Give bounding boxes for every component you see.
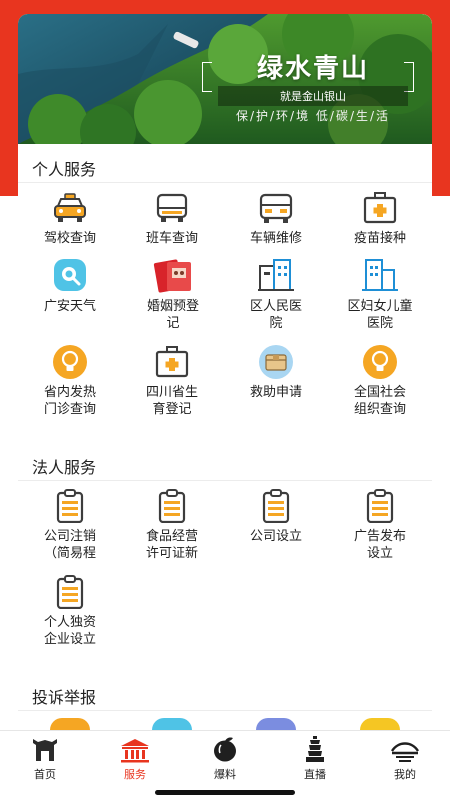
tab-home[interactable]: 首页: [10, 737, 80, 782]
service-item-label: 四川省生育登记: [145, 385, 198, 417]
tab-label: 首页: [34, 768, 56, 781]
service-item-label: 车辆维修: [249, 231, 302, 246]
tab-mine[interactable]: 我的: [370, 737, 440, 782]
service-item-social-org[interactable]: 全国社会组织查询: [330, 344, 430, 418]
bottom-tab-bar: 首页 服务 爆料 直播 我的: [0, 730, 450, 786]
legal-item-company-setup[interactable]: 公司设立: [226, 488, 326, 545]
home-indicator: [155, 790, 295, 795]
tab-label: 我的: [394, 768, 416, 781]
service-item-aid-application[interactable]: 救助申请: [226, 344, 326, 401]
service-item-label: 救助申请: [249, 385, 302, 400]
clipboard-icon: [360, 488, 400, 524]
banner-subtitle: 就是金山银山: [218, 86, 408, 106]
taxi-icon: [50, 190, 90, 226]
fruit-icon: [190, 737, 260, 763]
legal-item-sole-proprietorship[interactable]: 个人独资企业设立: [20, 574, 120, 648]
section-title-personal: 个人服务: [32, 160, 97, 179]
hospital-building-icon: [256, 258, 296, 294]
bus-icon: [152, 190, 192, 226]
service-item-bus-schedule[interactable]: 班车查询: [122, 190, 222, 247]
service-item-label: 班车查询: [145, 231, 198, 246]
medical-kit-icon: [360, 190, 400, 226]
lightbulb-icon: [360, 344, 400, 380]
tab-tips[interactable]: 爆料: [190, 737, 260, 782]
service-item-label: 公司注销（简易程: [43, 529, 96, 561]
clipboard-icon: [256, 488, 296, 524]
service-item-label: 驾校查询: [43, 231, 96, 246]
section-title-complaint: 投诉举报: [32, 688, 97, 707]
service-item-fever-clinic[interactable]: 省内发热门诊查询: [20, 344, 120, 418]
tower-icon: [280, 736, 350, 763]
service-item-vaccination[interactable]: 疫苗接种: [330, 190, 430, 247]
tab-live[interactable]: 直播: [280, 736, 350, 782]
complaint-item-icon-peek: [50, 718, 90, 730]
legal-item-food-license[interactable]: 食品经营许可证新: [122, 488, 222, 562]
clipboard-icon: [50, 488, 90, 524]
bus-repair-icon: [256, 190, 296, 226]
weather-search-icon: [50, 258, 90, 294]
service-item-birth-registration[interactable]: 四川省生育登记: [122, 344, 222, 418]
service-item-label: 全国社会组织查询: [353, 385, 406, 417]
service-item-label: 食品经营许可证新: [145, 529, 198, 561]
lightbulb-icon: [50, 344, 90, 380]
service-item-weather[interactable]: 广安天气: [20, 258, 120, 315]
complaint-item-icon-peek: [256, 718, 296, 730]
banner-slogan: 保/护/环/境 低/碳/生/活: [235, 109, 391, 123]
service-item-marriage[interactable]: 婚姻预登记: [122, 258, 224, 332]
service-item-district-hospital[interactable]: 区人民医院: [226, 258, 326, 332]
service-item-label: 省内发热门诊查询: [43, 385, 96, 417]
service-item-label: 疫苗接种: [353, 231, 406, 246]
service-item-label: 广告发布设立: [353, 529, 406, 561]
divider: [18, 182, 432, 183]
divider: [18, 710, 432, 711]
service-item-label: 个人独资企业设立: [43, 615, 96, 647]
banner-title: 绿水青山: [256, 54, 369, 84]
home-gate-icon: [10, 737, 80, 763]
service-item-label: 公司设立: [249, 529, 302, 544]
service-item-label: 区妇女儿童医院: [347, 299, 413, 331]
tab-label: 直播: [304, 768, 326, 781]
tab-label: 服务: [124, 768, 146, 781]
section-title-legal: 法人服务: [32, 458, 97, 477]
hospital-building-icon: [360, 258, 400, 294]
service-item-label: 广安天气: [43, 299, 96, 314]
service-item-label: 区人民医院: [249, 299, 302, 331]
legal-item-company-cancel[interactable]: 公司注销（简易程: [20, 488, 120, 562]
service-item-label: 婚姻预登记: [146, 299, 199, 331]
bridge-icon: [370, 737, 440, 763]
package-icon: [256, 344, 296, 380]
banner[interactable]: 绿水青山 就是金山银山 保/护/环/境 低/碳/生/活: [18, 14, 432, 144]
medical-kit-icon: [152, 344, 192, 380]
service-item-driving-school[interactable]: 驾校查询: [20, 190, 120, 247]
service-item-women-children-hospital[interactable]: 区妇女儿童医院: [330, 258, 430, 332]
legal-item-ad-publishing[interactable]: 广告发布设立: [330, 488, 430, 562]
complaint-item-icon-peek: [360, 718, 400, 730]
tab-label: 爆料: [214, 768, 236, 781]
clipboard-icon: [50, 574, 90, 610]
complaint-item-icon-peek: [152, 718, 192, 730]
clipboard-icon: [152, 488, 192, 524]
divider: [18, 480, 432, 481]
service-item-vehicle-repair[interactable]: 车辆维修: [226, 190, 326, 247]
marriage-icon: [153, 258, 193, 294]
tab-services[interactable]: 服务: [100, 737, 170, 782]
service-building-icon: [100, 737, 170, 763]
